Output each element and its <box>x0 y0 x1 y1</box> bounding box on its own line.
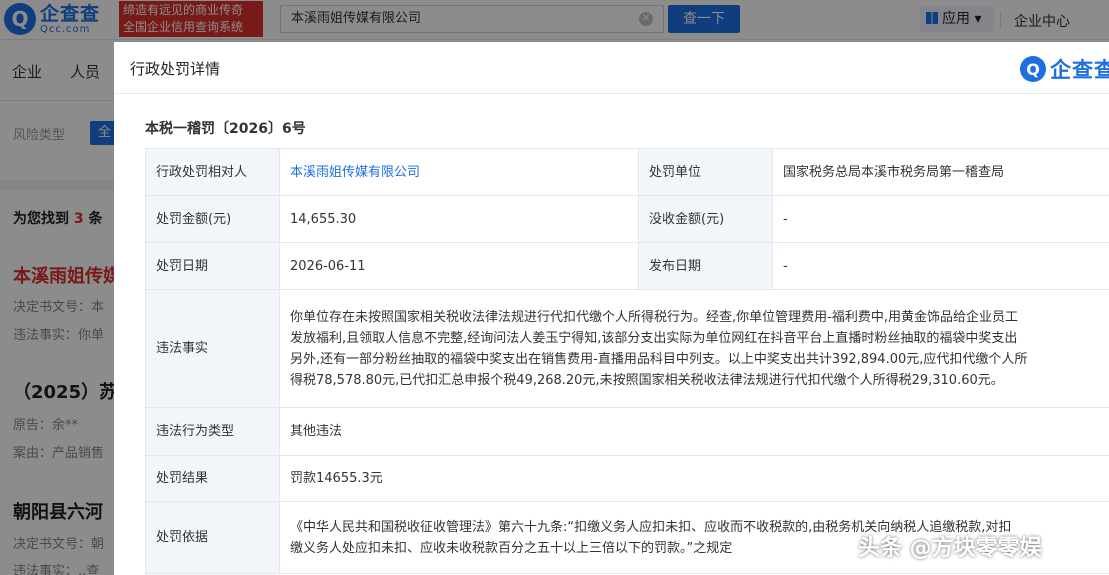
decision-document-number: 本税一稽罚〔2026〕6号 <box>145 121 306 137</box>
table-row: 处罚结果 罚款14655.3元 <box>145 455 1109 502</box>
table-row: 处罚日期 2026-06-11 发布日期 - <box>145 242 1109 290</box>
facts-line: 你单位存在未按照国家相关税收法律法规进行代扣代缴个人所得税行为。经查,你单位管理… <box>290 309 1018 325</box>
party-label: 行政处罚相对人 <box>145 148 280 196</box>
modal-title: 行政处罚详情 <box>130 60 221 78</box>
modal-logo: Q 企查查 <box>1020 54 1109 84</box>
date-value: 2026-06-11 <box>279 242 639 290</box>
party-value: 本溪雨姐传媒有限公司 <box>279 148 639 196</box>
unit-label: 处罚单位 <box>638 148 773 196</box>
facts-line: 另外,还有一部分粉丝抽取的福袋中奖支出在销售费用-直播用品科目中列支。以上中奖支… <box>290 351 1028 367</box>
violation-type-value: 其他违法 <box>279 407 1109 456</box>
confiscate-label: 没收金额(元) <box>638 195 773 243</box>
basis-label: 处罚依据 <box>145 501 280 574</box>
violation-type-label: 违法行为类型 <box>145 407 280 456</box>
amount-value: 14,655.30 <box>279 195 639 243</box>
table-row: 处罚金额(元) 14,655.30 没收金额(元) - <box>145 195 1109 243</box>
facts-value: 你单位存在未按照国家相关税收法律法规进行代扣代缴个人所得税行为。经查,你单位管理… <box>279 289 1109 408</box>
qcc-logo-icon: Q <box>1020 56 1046 82</box>
facts-line: 发放福利,且领取人信息不完整,经询问法人姜玉宁得知,该部分支出实际为单位网红在抖… <box>290 330 1018 346</box>
table-row: 违法行为类型 其他违法 <box>145 407 1109 456</box>
date-label: 处罚日期 <box>145 242 280 290</box>
modal-header: 行政处罚详情 Q 企查查 <box>114 42 1109 94</box>
result-label: 处罚结果 <box>145 455 280 502</box>
publish-value: - <box>772 242 1109 290</box>
unit-value: 国家税务总局本溪市税务局第一稽查局 <box>772 148 1109 196</box>
watermark: 头条 @方块零零娱 <box>858 536 1042 561</box>
publish-label: 发布日期 <box>638 242 773 290</box>
table-row: 行政处罚相对人 本溪雨姐传媒有限公司 处罚单位 国家税务总局本溪市税务局第一稽查… <box>145 148 1109 196</box>
amount-label: 处罚金额(元) <box>145 195 280 243</box>
confiscate-value: - <box>772 195 1109 243</box>
modal-logo-text: 企查查 <box>1050 58 1109 82</box>
facts-label: 违法事实 <box>145 289 280 408</box>
penalty-detail-modal: 行政处罚详情 Q 企查查 本税一稽罚〔2026〕6号 行政处罚相对人 本溪雨姐传… <box>114 42 1109 575</box>
facts-line: 得税78,578.80元,已代扣汇总申报个税49,268.20元,未按照国家相关… <box>290 372 1004 388</box>
result-value: 罚款14655.3元 <box>279 455 1109 502</box>
party-company-link[interactable]: 本溪雨姐传媒有限公司 <box>290 165 420 180</box>
penalty-detail-table: 行政处罚相对人 本溪雨姐传媒有限公司 处罚单位 国家税务总局本溪市税务局第一稽查… <box>145 148 1109 574</box>
table-row: 违法事实 你单位存在未按照国家相关税收法律法规进行代扣代缴个人所得税行为。经查,… <box>145 289 1109 408</box>
